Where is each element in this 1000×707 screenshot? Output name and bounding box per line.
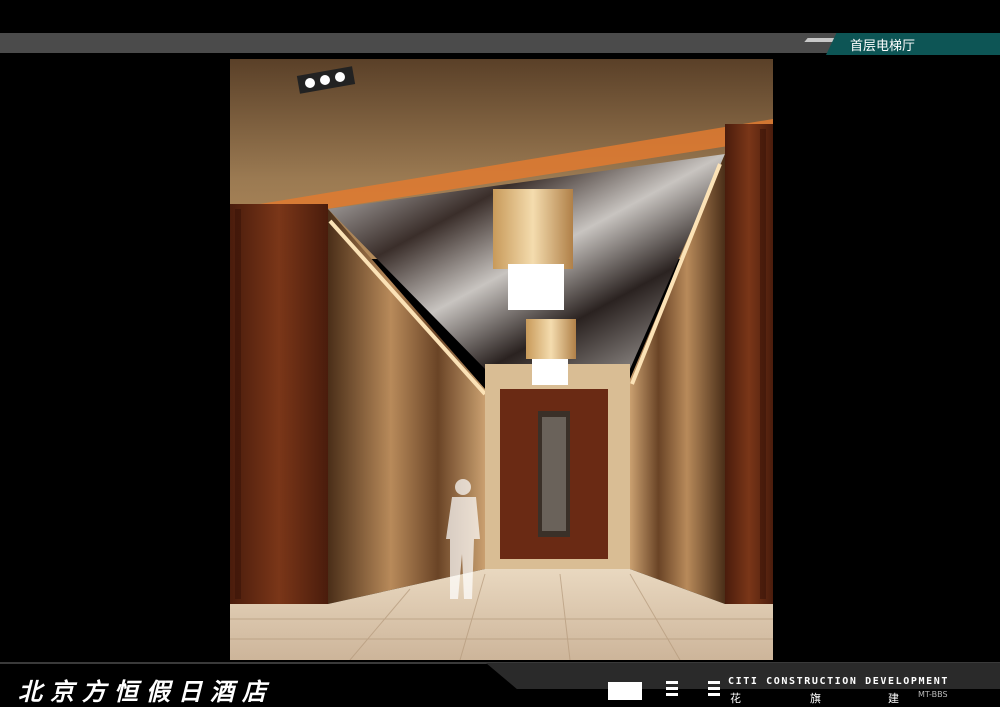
hotel-name: 北京方恒假日酒店 — [18, 677, 274, 706]
company-name-cn-char-3: 建 — [888, 692, 899, 705]
footer-stripes-2 — [708, 681, 720, 701]
company-name-cn-char-1: 花 — [730, 692, 741, 705]
footer-logo-block — [608, 682, 642, 700]
company-name-cn-char-2: 旗 — [810, 692, 821, 705]
company-name-en: CITI CONSTRUCTION DEVELOPMENT — [728, 676, 949, 687]
page-title-tab: 首层电梯厅 — [826, 33, 1000, 55]
footer-stripes-1 — [666, 681, 678, 701]
page-title: 首层电梯厅 — [850, 38, 916, 54]
elevator-lobby-rendering — [230, 59, 773, 660]
watermark: MT-BBS — [918, 690, 948, 699]
